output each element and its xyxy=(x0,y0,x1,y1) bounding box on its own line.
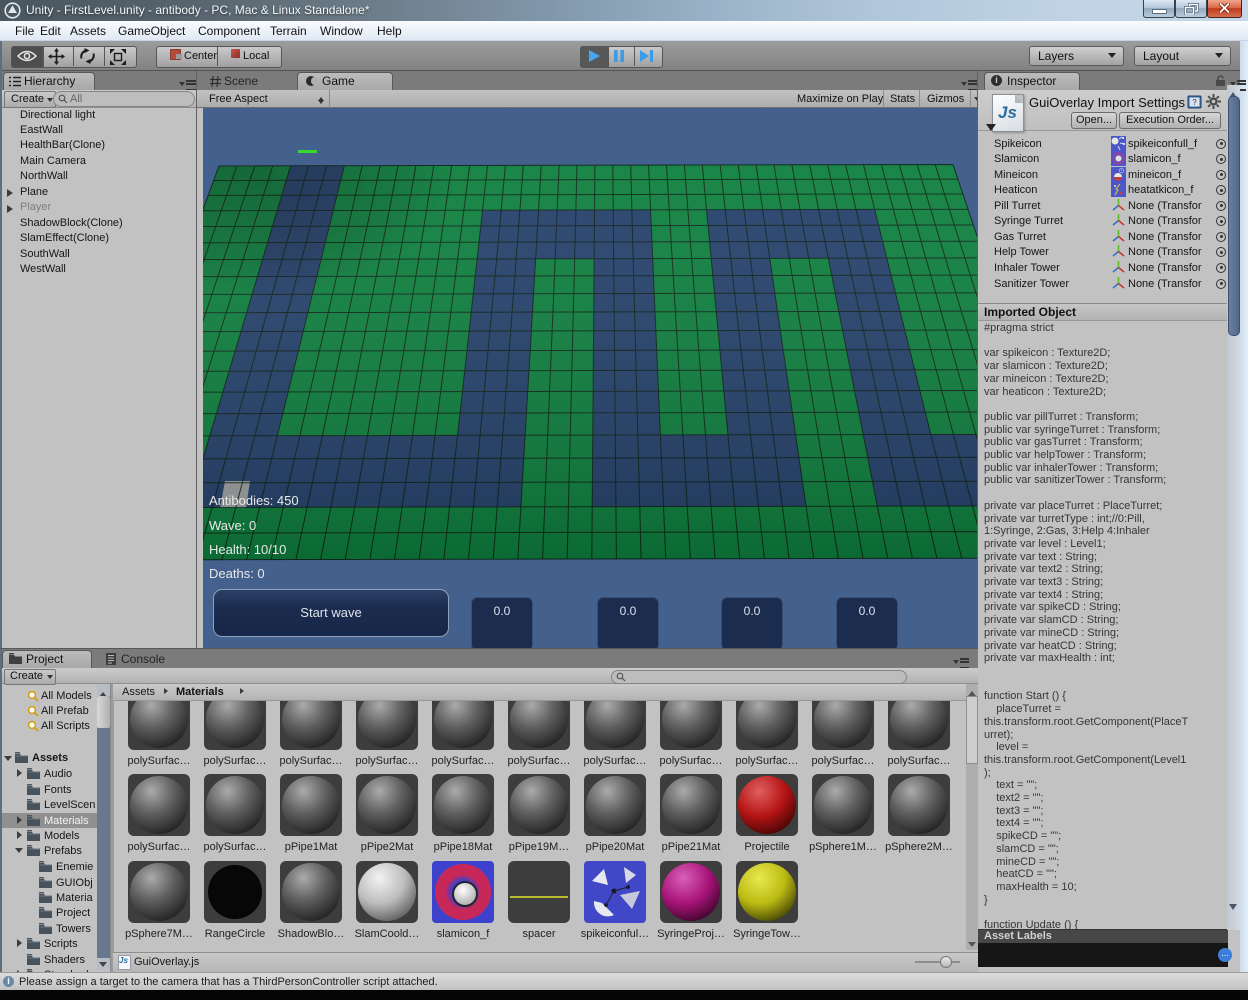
svg-text:?: ? xyxy=(1192,98,1197,107)
